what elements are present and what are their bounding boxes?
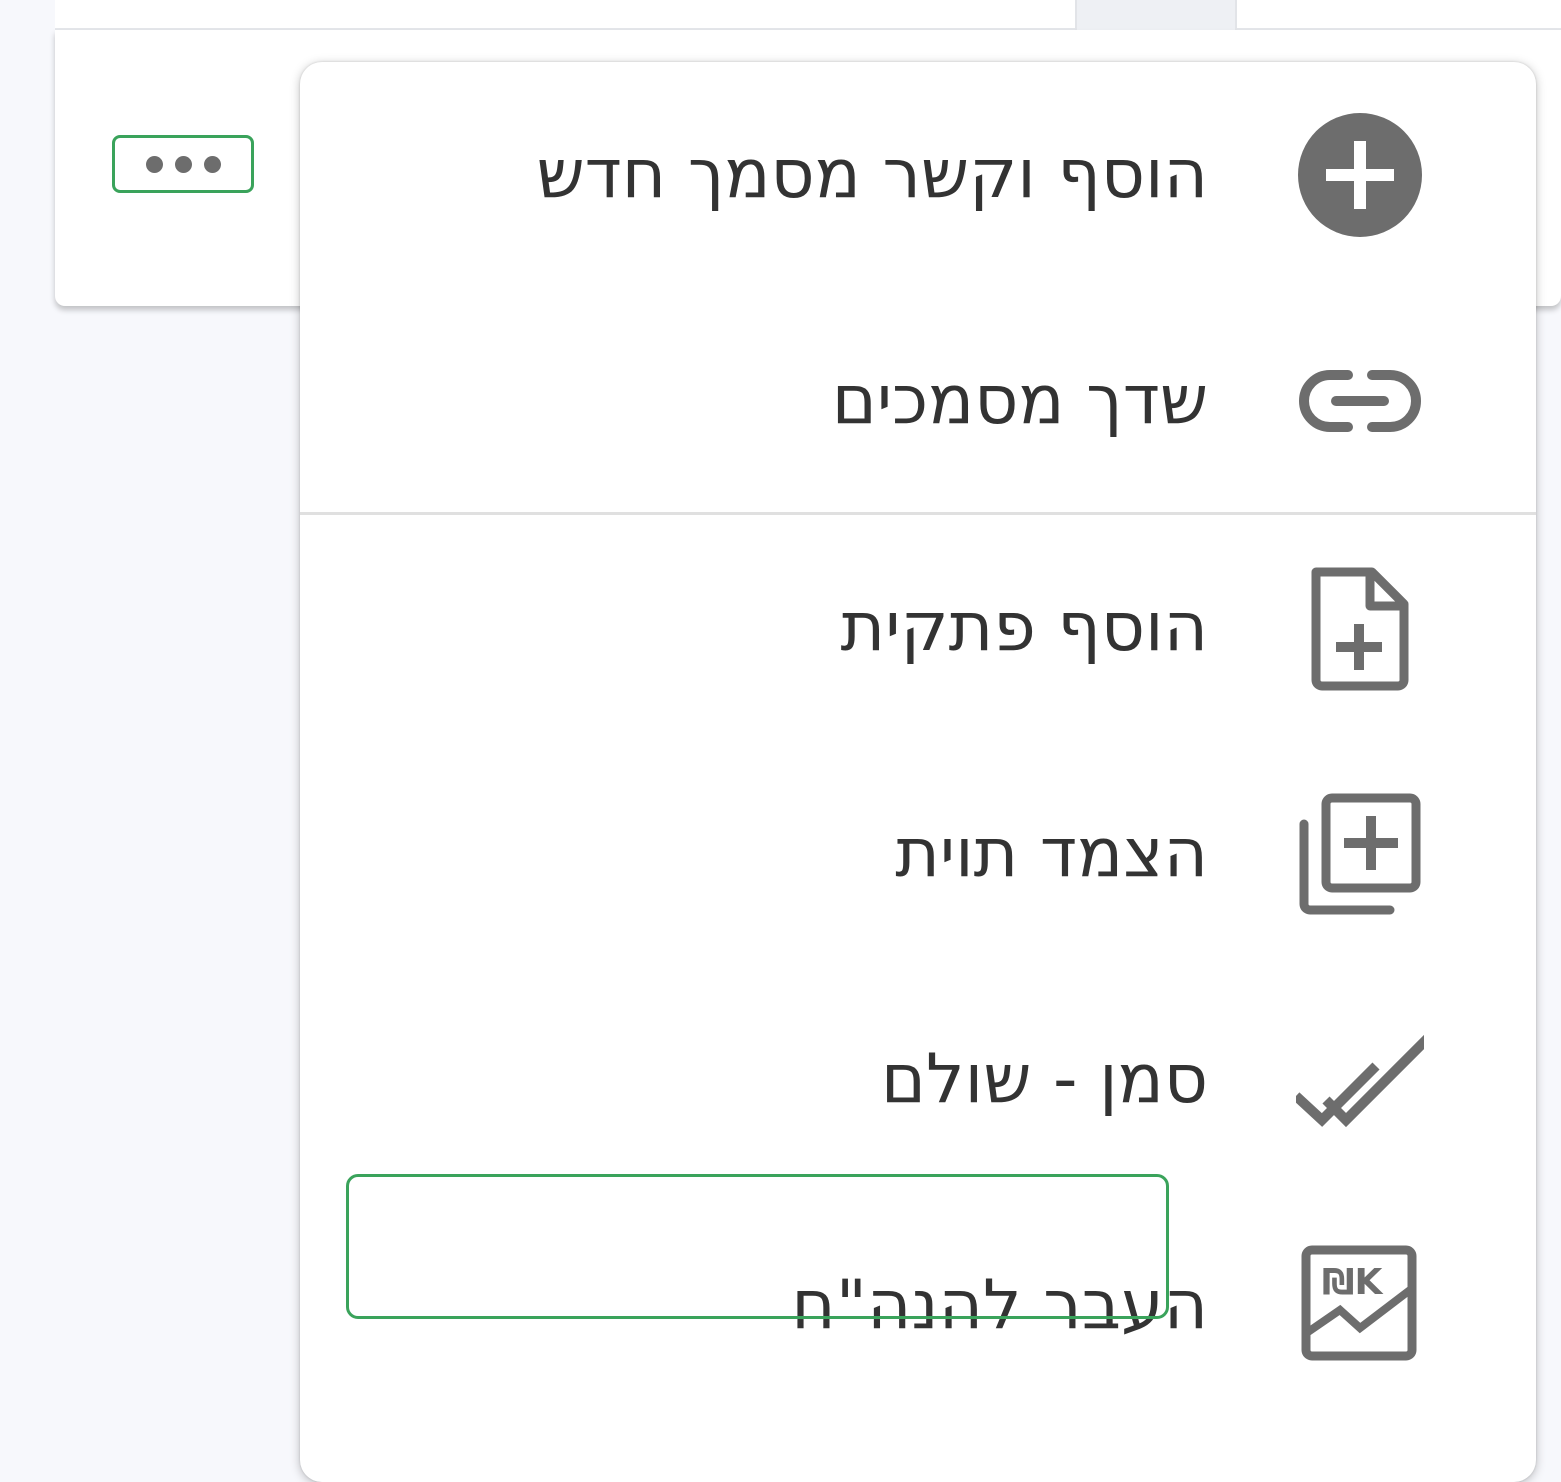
table-row-top <box>55 0 1561 30</box>
selected-item-highlight <box>346 1174 1169 1319</box>
menu-item-match-documents[interactable]: שדך מסמכים <box>300 288 1536 514</box>
more-options-button[interactable] <box>112 135 254 193</box>
dot-icon <box>145 155 163 173</box>
link-icon <box>1296 337 1424 465</box>
svg-text:₪K: ₪K <box>1322 1262 1384 1303</box>
dot-icon <box>203 155 221 173</box>
menu-item-attach-label[interactable]: הצמד תוית <box>300 741 1536 967</box>
library-add-icon <box>1296 790 1424 918</box>
menu-item-label: הוסף וקשר מסמך חדש <box>536 135 1209 214</box>
dot-icon <box>174 155 192 173</box>
note-add-icon <box>1296 564 1424 692</box>
export-accounting-icon: ₪K <box>1296 1242 1424 1370</box>
menu-item-mark-paid[interactable]: סמן - שולם <box>300 967 1536 1193</box>
double-check-icon <box>1296 1016 1424 1144</box>
menu-item-add-note[interactable]: הוסף פתקית <box>300 515 1536 741</box>
menu-item-label: הוסף פתקית <box>840 588 1209 667</box>
add-circle-icon <box>1296 111 1424 239</box>
menu-item-add-link-document[interactable]: הוסף וקשר מסמך חדש <box>300 62 1536 288</box>
menu-item-label: שדך מסמכים <box>831 361 1208 440</box>
menu-item-label: הצמד תוית <box>895 814 1208 893</box>
menu-item-label: סמן - שולם <box>880 1040 1208 1119</box>
